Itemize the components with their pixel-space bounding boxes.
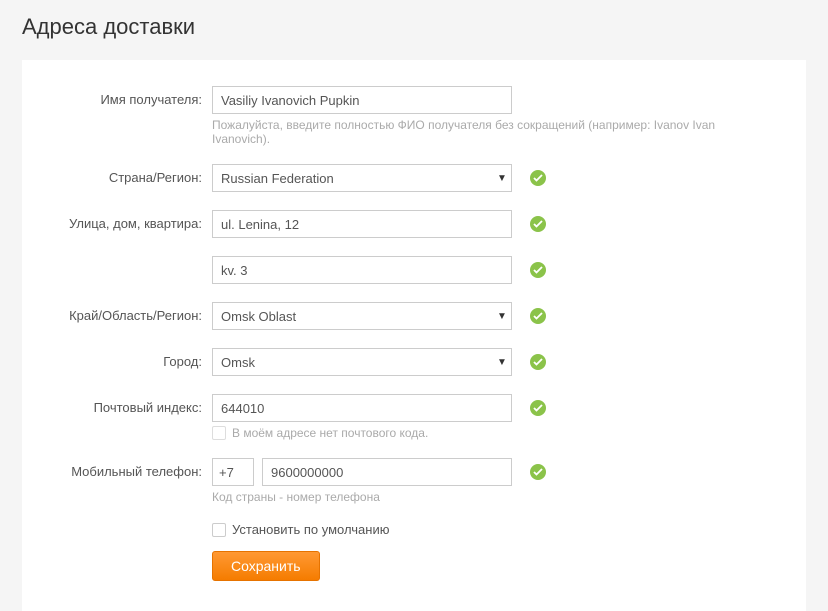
recipient-hint: Пожалуйста, введите полностью ФИО получа… <box>212 118 776 146</box>
address-form: Имя получателя: Пожалуйста, введите полн… <box>22 60 806 611</box>
checkmark-icon <box>530 308 546 324</box>
no-zip-checkbox[interactable] <box>212 426 226 440</box>
street-input-1[interactable] <box>212 210 512 238</box>
default-address-label[interactable]: Установить по умолчанию <box>232 522 389 537</box>
no-zip-label[interactable]: В моём адресе нет почтового кода. <box>232 426 428 440</box>
phone-hint: Код страны - номер телефона <box>212 490 546 504</box>
checkmark-icon <box>530 262 546 278</box>
checkmark-icon <box>530 216 546 232</box>
phone-number-input[interactable] <box>262 458 512 486</box>
region-select[interactable]: Omsk Oblast <box>212 302 512 330</box>
checkmark-icon <box>530 464 546 480</box>
country-label: Страна/Регион: <box>52 164 212 185</box>
street-label: Улица, дом, квартира: <box>52 210 212 231</box>
phone-label: Мобильный телефон: <box>52 458 212 479</box>
recipient-label: Имя получателя: <box>52 86 212 107</box>
default-address-checkbox[interactable] <box>212 523 226 537</box>
zip-input[interactable] <box>212 394 512 422</box>
zip-label: Почтовый индекс: <box>52 394 212 415</box>
phone-code-input[interactable] <box>212 458 254 486</box>
street-input-2[interactable] <box>212 256 512 284</box>
save-button[interactable]: Сохранить <box>212 551 320 581</box>
recipient-input[interactable] <box>212 86 512 114</box>
page-title: Адреса доставки <box>22 14 806 40</box>
city-label: Город: <box>52 348 212 369</box>
country-select[interactable]: Russian Federation <box>212 164 512 192</box>
city-select[interactable]: Omsk <box>212 348 512 376</box>
checkmark-icon <box>530 170 546 186</box>
checkmark-icon <box>530 400 546 416</box>
region-label: Край/Область/Регион: <box>52 302 212 323</box>
checkmark-icon <box>530 354 546 370</box>
